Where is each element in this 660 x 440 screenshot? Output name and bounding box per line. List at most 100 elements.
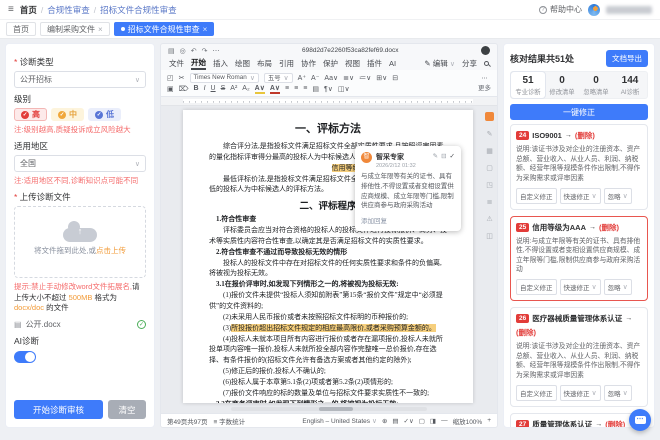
format-painter-icon[interactable]: ▣	[167, 85, 174, 93]
bullet-list-icon[interactable]: ≣∨	[343, 74, 354, 82]
result-card-25-selected[interactable]: 25 信用等级为AAA → (删除) 说明:与成立年限等有关的证书、具有排他性,…	[510, 216, 648, 302]
menu-draw[interactable]: 绘图	[235, 58, 250, 69]
grow-font-icon[interactable]: A⁺	[298, 74, 306, 82]
edit-comment-icon[interactable]: ✎	[433, 152, 438, 160]
custom-fix-button[interactable]: 自定义修正	[516, 188, 557, 204]
translate-icon[interactable]: ⊕	[382, 417, 387, 425]
stat-modified-list[interactable]: 0 修改清单	[545, 72, 579, 98]
zoom-in-icon[interactable]: +	[487, 417, 491, 424]
search-icon[interactable]	[484, 61, 489, 66]
quick-fix-button[interactable]: 快速修正∨	[560, 385, 601, 401]
ai-assistant-icon[interactable]	[485, 112, 494, 121]
share-button[interactable]: 分享	[462, 58, 477, 69]
stat-ai-diagnosis[interactable]: 144 AI诊断	[613, 72, 647, 98]
save-icon[interactable]: ▤	[168, 47, 175, 55]
menu-ai[interactable]: AI	[389, 59, 396, 68]
horizontal-scrollbar[interactable]	[231, 407, 427, 411]
warning-tool-icon[interactable]: ⚠	[486, 215, 492, 223]
start-diagnosis-button[interactable]: 开始诊断审核	[14, 400, 103, 419]
diagnosis-type-select[interactable]: 公开招标 ∨	[14, 71, 146, 88]
font-size-select[interactable]: 五号 ∨	[264, 73, 293, 83]
one-click-fix-button[interactable]: 一键修正	[510, 104, 648, 120]
underline-icon[interactable]: U	[211, 85, 216, 92]
align-right-icon[interactable]: ≡	[303, 85, 307, 92]
web-view-icon[interactable]: ◨	[430, 417, 436, 425]
region-select[interactable]: 全国 ∨	[14, 155, 146, 172]
language-select[interactable]: English – United States ∨	[302, 417, 377, 425]
highlighted-text[interactable]: 所投报价超出招标文件规定的相应最高限价,或者采购预算金额的。	[231, 324, 436, 332]
paragraph-icon[interactable]: ¶∨	[324, 85, 333, 93]
result-card-26[interactable]: 26 医疗器械质量管理体系认证 → (删除) 说明:该证书涉及对企业的注册资本、…	[510, 307, 648, 407]
chat-support-button[interactable]: ⋯	[629, 409, 651, 431]
shape-tool-icon[interactable]: ◳	[486, 181, 493, 189]
subscript-icon[interactable]: A₂	[242, 85, 249, 92]
export-document-button[interactable]: 文档导出	[606, 50, 648, 67]
edit-mode-button[interactable]: ✎ 编辑 ∨	[424, 58, 455, 69]
quick-fix-button[interactable]: 快速修正∨	[560, 279, 601, 295]
shading-icon[interactable]: ◫∨	[338, 85, 350, 93]
read-mode-icon[interactable]: ▤	[392, 417, 398, 425]
menu-references[interactable]: 引用	[279, 58, 294, 69]
page-view-icon[interactable]: ▢	[419, 417, 425, 425]
sync-icon[interactable]: ◎	[180, 47, 186, 55]
more-tools-button[interactable]: ⋯ 更多	[474, 72, 491, 94]
menu-file[interactable]: 文件	[169, 58, 184, 69]
cut-icon[interactable]: ✂	[179, 74, 185, 82]
help-center-link[interactable]: ? 帮助中心	[539, 4, 582, 15]
italic-icon[interactable]: I	[204, 85, 206, 92]
clear-format-icon[interactable]: ⌦	[179, 85, 189, 93]
change-case-icon[interactable]: Aa∨	[324, 74, 338, 82]
custom-fix-button[interactable]: 自定义修正	[516, 279, 557, 295]
redo-icon[interactable]: ↷	[202, 47, 208, 55]
close-icon[interactable]: ×	[203, 25, 208, 34]
breadcrumb-home[interactable]: 首页	[20, 4, 37, 16]
hamburger-menu-icon[interactable]: ≡	[8, 4, 14, 15]
clear-button[interactable]: 清空	[108, 400, 146, 419]
bold-icon[interactable]: B	[194, 85, 199, 92]
align-center-icon[interactable]: ≡	[294, 85, 298, 92]
justify-icon[interactable]: ▤	[312, 85, 319, 93]
image-tool-icon[interactable]: ▢	[486, 164, 493, 172]
results-card-list[interactable]: 24 ISO9001 → (删除) 说明:该证书涉及对企业的注册资本、资产总额、…	[504, 124, 654, 427]
outdent-icon[interactable]: ⊟	[392, 74, 398, 82]
breadcrumb-compliance[interactable]: 合规性审查	[47, 4, 90, 16]
menu-plugins[interactable]: 插件	[367, 58, 382, 69]
menu-collaborate[interactable]: 协作	[301, 58, 316, 69]
menu-home[interactable]: 开始	[191, 57, 206, 70]
ignore-button[interactable]: 忽略∨	[604, 385, 632, 401]
highlight-color-icon[interactable]: A∨	[255, 84, 265, 94]
result-card-27[interactable]: 27 质量管理体系认证 → (删除) 说明:诊断分析:ISO9001是国际通用的…	[510, 413, 648, 427]
zoom-out-icon[interactable]: —	[441, 417, 448, 424]
undo-icon[interactable]: ↶	[191, 47, 197, 55]
ai-toggle[interactable]	[14, 351, 36, 363]
user-avatar[interactable]	[481, 46, 490, 55]
tab-compliance-review[interactable]: 招标文件合规性审查 ×	[114, 22, 215, 36]
upload-dropzone[interactable]: 将文件拖到此处,或点击上传	[14, 206, 146, 278]
tab-procurement-doc[interactable]: 编制采购文件 ×	[40, 22, 110, 36]
level-mid-badge[interactable]: ✓ 中	[51, 108, 84, 121]
level-low-badge[interactable]: ✓ 低	[88, 108, 121, 121]
font-color-icon[interactable]: A∨	[270, 84, 280, 94]
indent-icon[interactable]: ⊞∨	[376, 74, 387, 82]
comment-tool-icon[interactable]: ✎	[487, 130, 493, 138]
ignore-button[interactable]: 忽略∨	[604, 188, 632, 204]
upload-link[interactable]: 点击上传	[96, 246, 126, 255]
result-card-24[interactable]: 24 ISO9001 → (删除) 说明:该证书涉及对企业的注册资本、资产总额、…	[510, 124, 648, 210]
tab-home[interactable]: 首页	[6, 22, 36, 36]
spellcheck-icon[interactable]: ✓∨	[404, 417, 414, 425]
shrink-font-icon[interactable]: A⁻	[311, 74, 319, 82]
delete-comment-icon[interactable]: ⊟	[441, 152, 446, 160]
custom-fix-button[interactable]: 自定义修正	[516, 385, 557, 401]
menu-protect[interactable]: 保护	[323, 58, 338, 69]
menu-insert[interactable]: 插入	[213, 58, 228, 69]
align-left-icon[interactable]: ≡	[285, 85, 289, 92]
comment-popup[interactable]: 智 智采专家 2026/2/12 01:32 ✎ ⊟ ✓ 与成立年限等有关的证书…	[355, 146, 461, 231]
word-count-button[interactable]: ≡ 字数统计	[213, 416, 245, 426]
paste-icon[interactable]: ◰	[167, 74, 174, 82]
menu-layout[interactable]: 布局	[257, 58, 272, 69]
font-family-select[interactable]: Times New Roman ∨	[190, 73, 259, 83]
outline-tool-icon[interactable]: ≣	[487, 198, 493, 206]
numbered-list-icon[interactable]: ≔∨	[359, 74, 371, 82]
print-tool-icon[interactable]: ◫	[486, 232, 493, 240]
add-reply-link[interactable]: 添加回复	[361, 215, 455, 225]
